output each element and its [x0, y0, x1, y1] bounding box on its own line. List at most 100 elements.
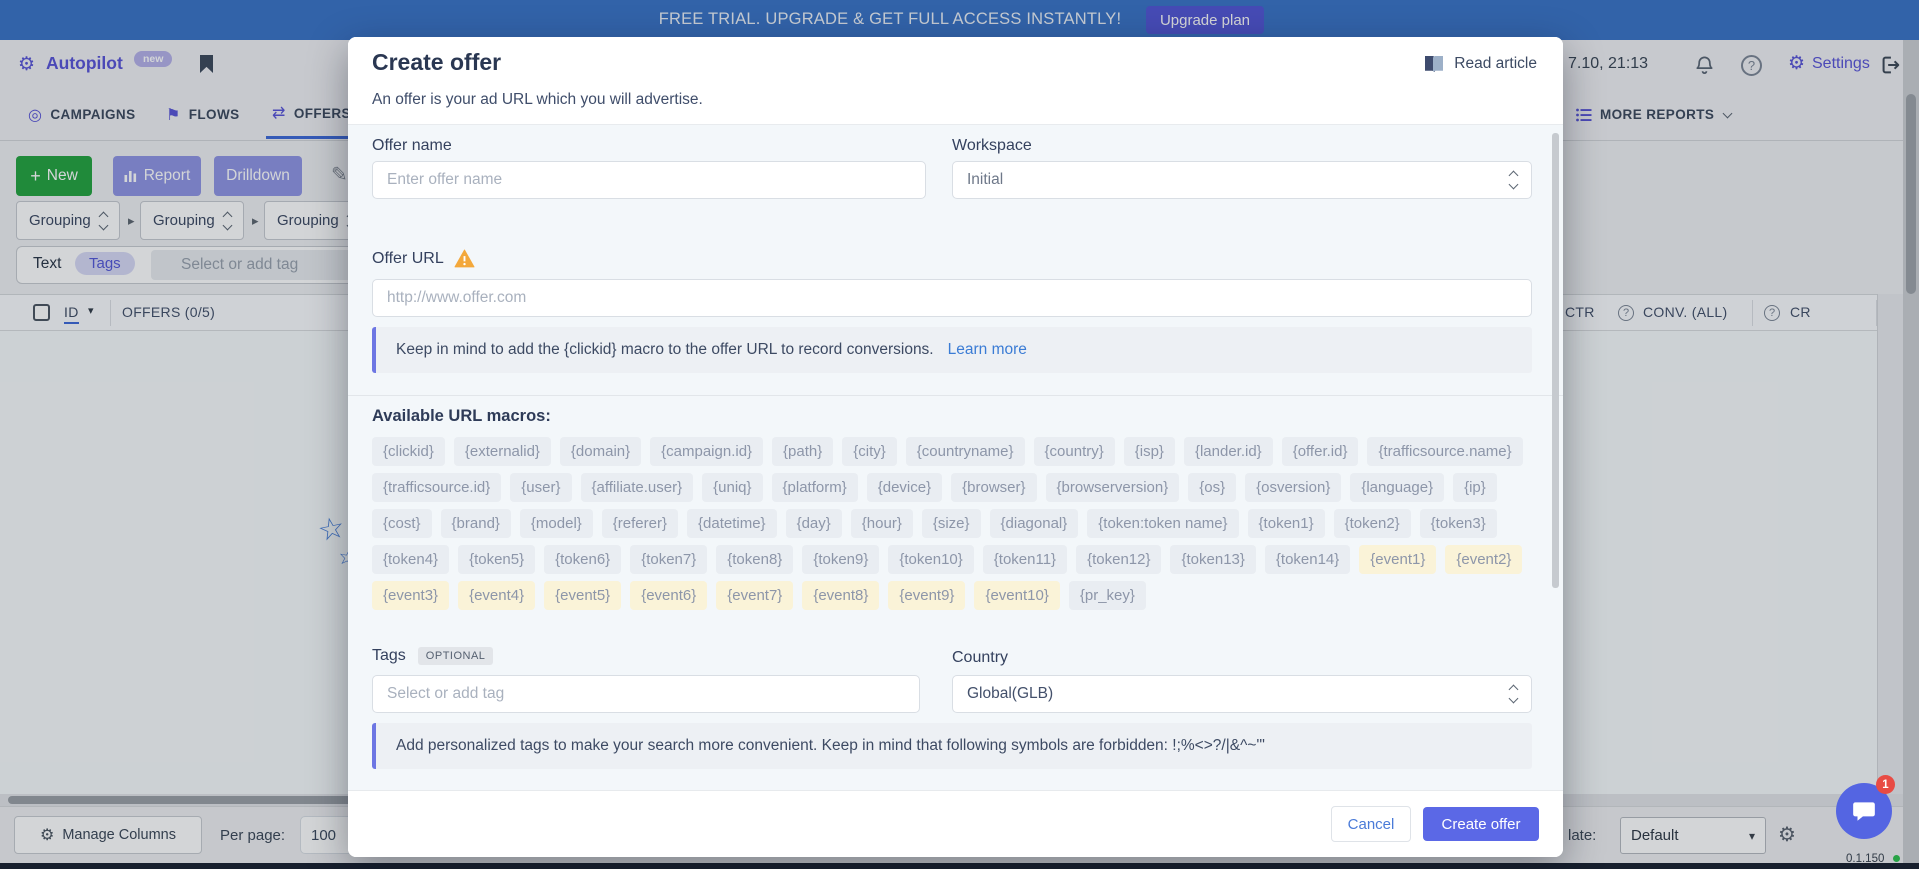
read-article-link[interactable]: Read article [1423, 55, 1537, 73]
chat-bubble-icon [1851, 798, 1877, 824]
macro-chip[interactable]: {event3} [372, 581, 449, 610]
section-divider [348, 395, 1563, 396]
chevron-updown-icon [1510, 172, 1517, 188]
book-icon [1423, 55, 1445, 73]
modal-header: Create offer An offer is your ad URL whi… [348, 37, 1563, 125]
macro-chip[interactable]: {user} [510, 473, 571, 502]
macro-chip[interactable]: {campaign.id} [650, 437, 763, 466]
macro-chip[interactable]: {device} [867, 473, 942, 502]
country-select[interactable]: Global(GLB) [952, 675, 1532, 713]
country-select-value: Global(GLB) [967, 685, 1053, 703]
tags-note-text: Add personalized tags to make your searc… [396, 737, 1265, 755]
workspace-label: Workspace [952, 137, 1032, 155]
offer-name-input[interactable] [372, 161, 926, 199]
learn-more-link[interactable]: Learn more [948, 341, 1027, 359]
macro-chip[interactable]: {token7} [630, 545, 707, 574]
macro-chip[interactable]: {token1} [1248, 509, 1325, 538]
macro-chip[interactable]: {trafficsource.id} [372, 473, 501, 502]
macro-chip[interactable]: {ip} [1453, 473, 1497, 502]
macro-chip[interactable]: {browser} [951, 473, 1036, 502]
tags-label: Tags [372, 647, 406, 665]
macro-chip[interactable]: {event8} [802, 581, 879, 610]
workspace-select-value: Initial [967, 171, 1003, 189]
offer-url-input[interactable] [372, 279, 1532, 317]
macro-chip[interactable]: {language} [1350, 473, 1444, 502]
macro-chip-list: {clickid} {externalid} {domain} {campaign.i… [372, 437, 1536, 610]
create-offer-modal: Create offer An offer is your ad URL whi… [348, 37, 1563, 857]
macro-chip[interactable]: {day} [786, 509, 842, 538]
macro-chip[interactable]: {osversion} [1245, 473, 1341, 502]
macro-chip[interactable]: {token11} [983, 545, 1067, 574]
macro-chip[interactable]: {pr_key} [1069, 581, 1146, 610]
macro-chip[interactable]: {lander.id} [1184, 437, 1273, 466]
warning-icon [454, 249, 475, 268]
macro-chip[interactable]: {isp} [1124, 437, 1175, 466]
macro-chip[interactable]: {diagonal} [990, 509, 1079, 538]
macro-chip[interactable]: {event5} [544, 581, 621, 610]
chat-notification-badge: 1 [1876, 775, 1895, 794]
modal-body: Offer name Workspace Initial Offer URL K… [348, 125, 1563, 790]
offer-name-label: Offer name [372, 137, 452, 155]
macro-chip[interactable]: {token6} [544, 545, 621, 574]
macro-chip[interactable]: {token2} [1334, 509, 1411, 538]
macro-chip[interactable]: {externalid} [454, 437, 551, 466]
macro-chip[interactable]: {event1} [1359, 545, 1436, 574]
macro-chip[interactable]: {model} [520, 509, 593, 538]
macro-chip[interactable]: {event6} [630, 581, 707, 610]
country-label: Country [952, 649, 1008, 667]
macros-title: Available URL macros: [372, 407, 551, 426]
workspace-select[interactable]: Initial [952, 161, 1532, 199]
macro-chip[interactable]: {datetime} [687, 509, 777, 538]
optional-badge: OPTIONAL [418, 647, 494, 665]
macro-chip[interactable]: {token10} [888, 545, 973, 574]
macro-chip[interactable]: {event4} [458, 581, 535, 610]
macro-chip[interactable]: {token12} [1076, 545, 1161, 574]
clickid-note-text: Keep in mind to add the {clickid} macro … [396, 341, 934, 359]
screen: FREE TRIAL. UPGRADE & GET FULL ACCESS IN… [0, 0, 1919, 869]
tags-label-row: Tags OPTIONAL [372, 647, 493, 665]
macro-chip[interactable]: {token14} [1265, 545, 1350, 574]
macro-chip[interactable]: {uniq} [702, 473, 762, 502]
macro-chip[interactable]: {token8} [716, 545, 793, 574]
macro-chip[interactable]: {clickid} [372, 437, 445, 466]
macro-chip[interactable]: {brand} [441, 509, 511, 538]
macro-chip[interactable]: {domain} [560, 437, 641, 466]
tags-note-callout: Add personalized tags to make your searc… [372, 723, 1532, 769]
macro-chip[interactable]: {trafficsource.name} [1367, 437, 1522, 466]
offer-url-label-row: Offer URL [372, 249, 475, 268]
macro-chip[interactable]: {path} [772, 437, 833, 466]
macro-chip[interactable]: {offer.id} [1282, 437, 1359, 466]
macro-chip[interactable]: {referer} [602, 509, 678, 538]
cancel-button[interactable]: Cancel [1331, 806, 1411, 842]
macro-chip[interactable]: {os} [1188, 473, 1236, 502]
macro-chip[interactable]: {affiliate.user} [581, 473, 694, 502]
offer-url-label: Offer URL [372, 250, 444, 268]
macro-chip[interactable]: {cost} [372, 509, 432, 538]
macro-chip[interactable]: {event9} [888, 581, 965, 610]
macro-chip[interactable]: {token13} [1170, 545, 1255, 574]
modal-scrollbar-thumb[interactable] [1552, 133, 1559, 588]
macro-chip[interactable]: {country} [1034, 437, 1115, 466]
macro-chip[interactable]: {token:token name} [1087, 509, 1238, 538]
chevron-updown-icon [1510, 686, 1517, 702]
modal-title: Create offer [372, 49, 501, 76]
macro-chip[interactable]: {platform} [772, 473, 858, 502]
macro-chip[interactable]: {size} [922, 509, 981, 538]
macro-chip[interactable]: {countryname} [906, 437, 1025, 466]
modal-footer: Cancel Create offer [348, 790, 1563, 857]
macro-chip[interactable]: {token5} [458, 545, 535, 574]
modal-subtitle: An offer is your ad URL which you will a… [372, 91, 703, 109]
read-article-label: Read article [1454, 55, 1537, 73]
macro-chip[interactable]: {hour} [851, 509, 913, 538]
macro-chip[interactable]: {city} [842, 437, 897, 466]
create-offer-button[interactable]: Create offer [1423, 807, 1539, 841]
macro-chip[interactable]: {event7} [716, 581, 793, 610]
clickid-note-callout: Keep in mind to add the {clickid} macro … [372, 327, 1532, 373]
macro-chip[interactable]: {token3} [1420, 509, 1497, 538]
macro-chip[interactable]: {token9} [802, 545, 879, 574]
macro-chip[interactable]: {token4} [372, 545, 449, 574]
tags-input[interactable] [372, 675, 920, 713]
macro-chip[interactable]: {event2} [1445, 545, 1522, 574]
macro-chip[interactable]: {event10} [974, 581, 1059, 610]
macro-chip[interactable]: {browserversion} [1046, 473, 1180, 502]
